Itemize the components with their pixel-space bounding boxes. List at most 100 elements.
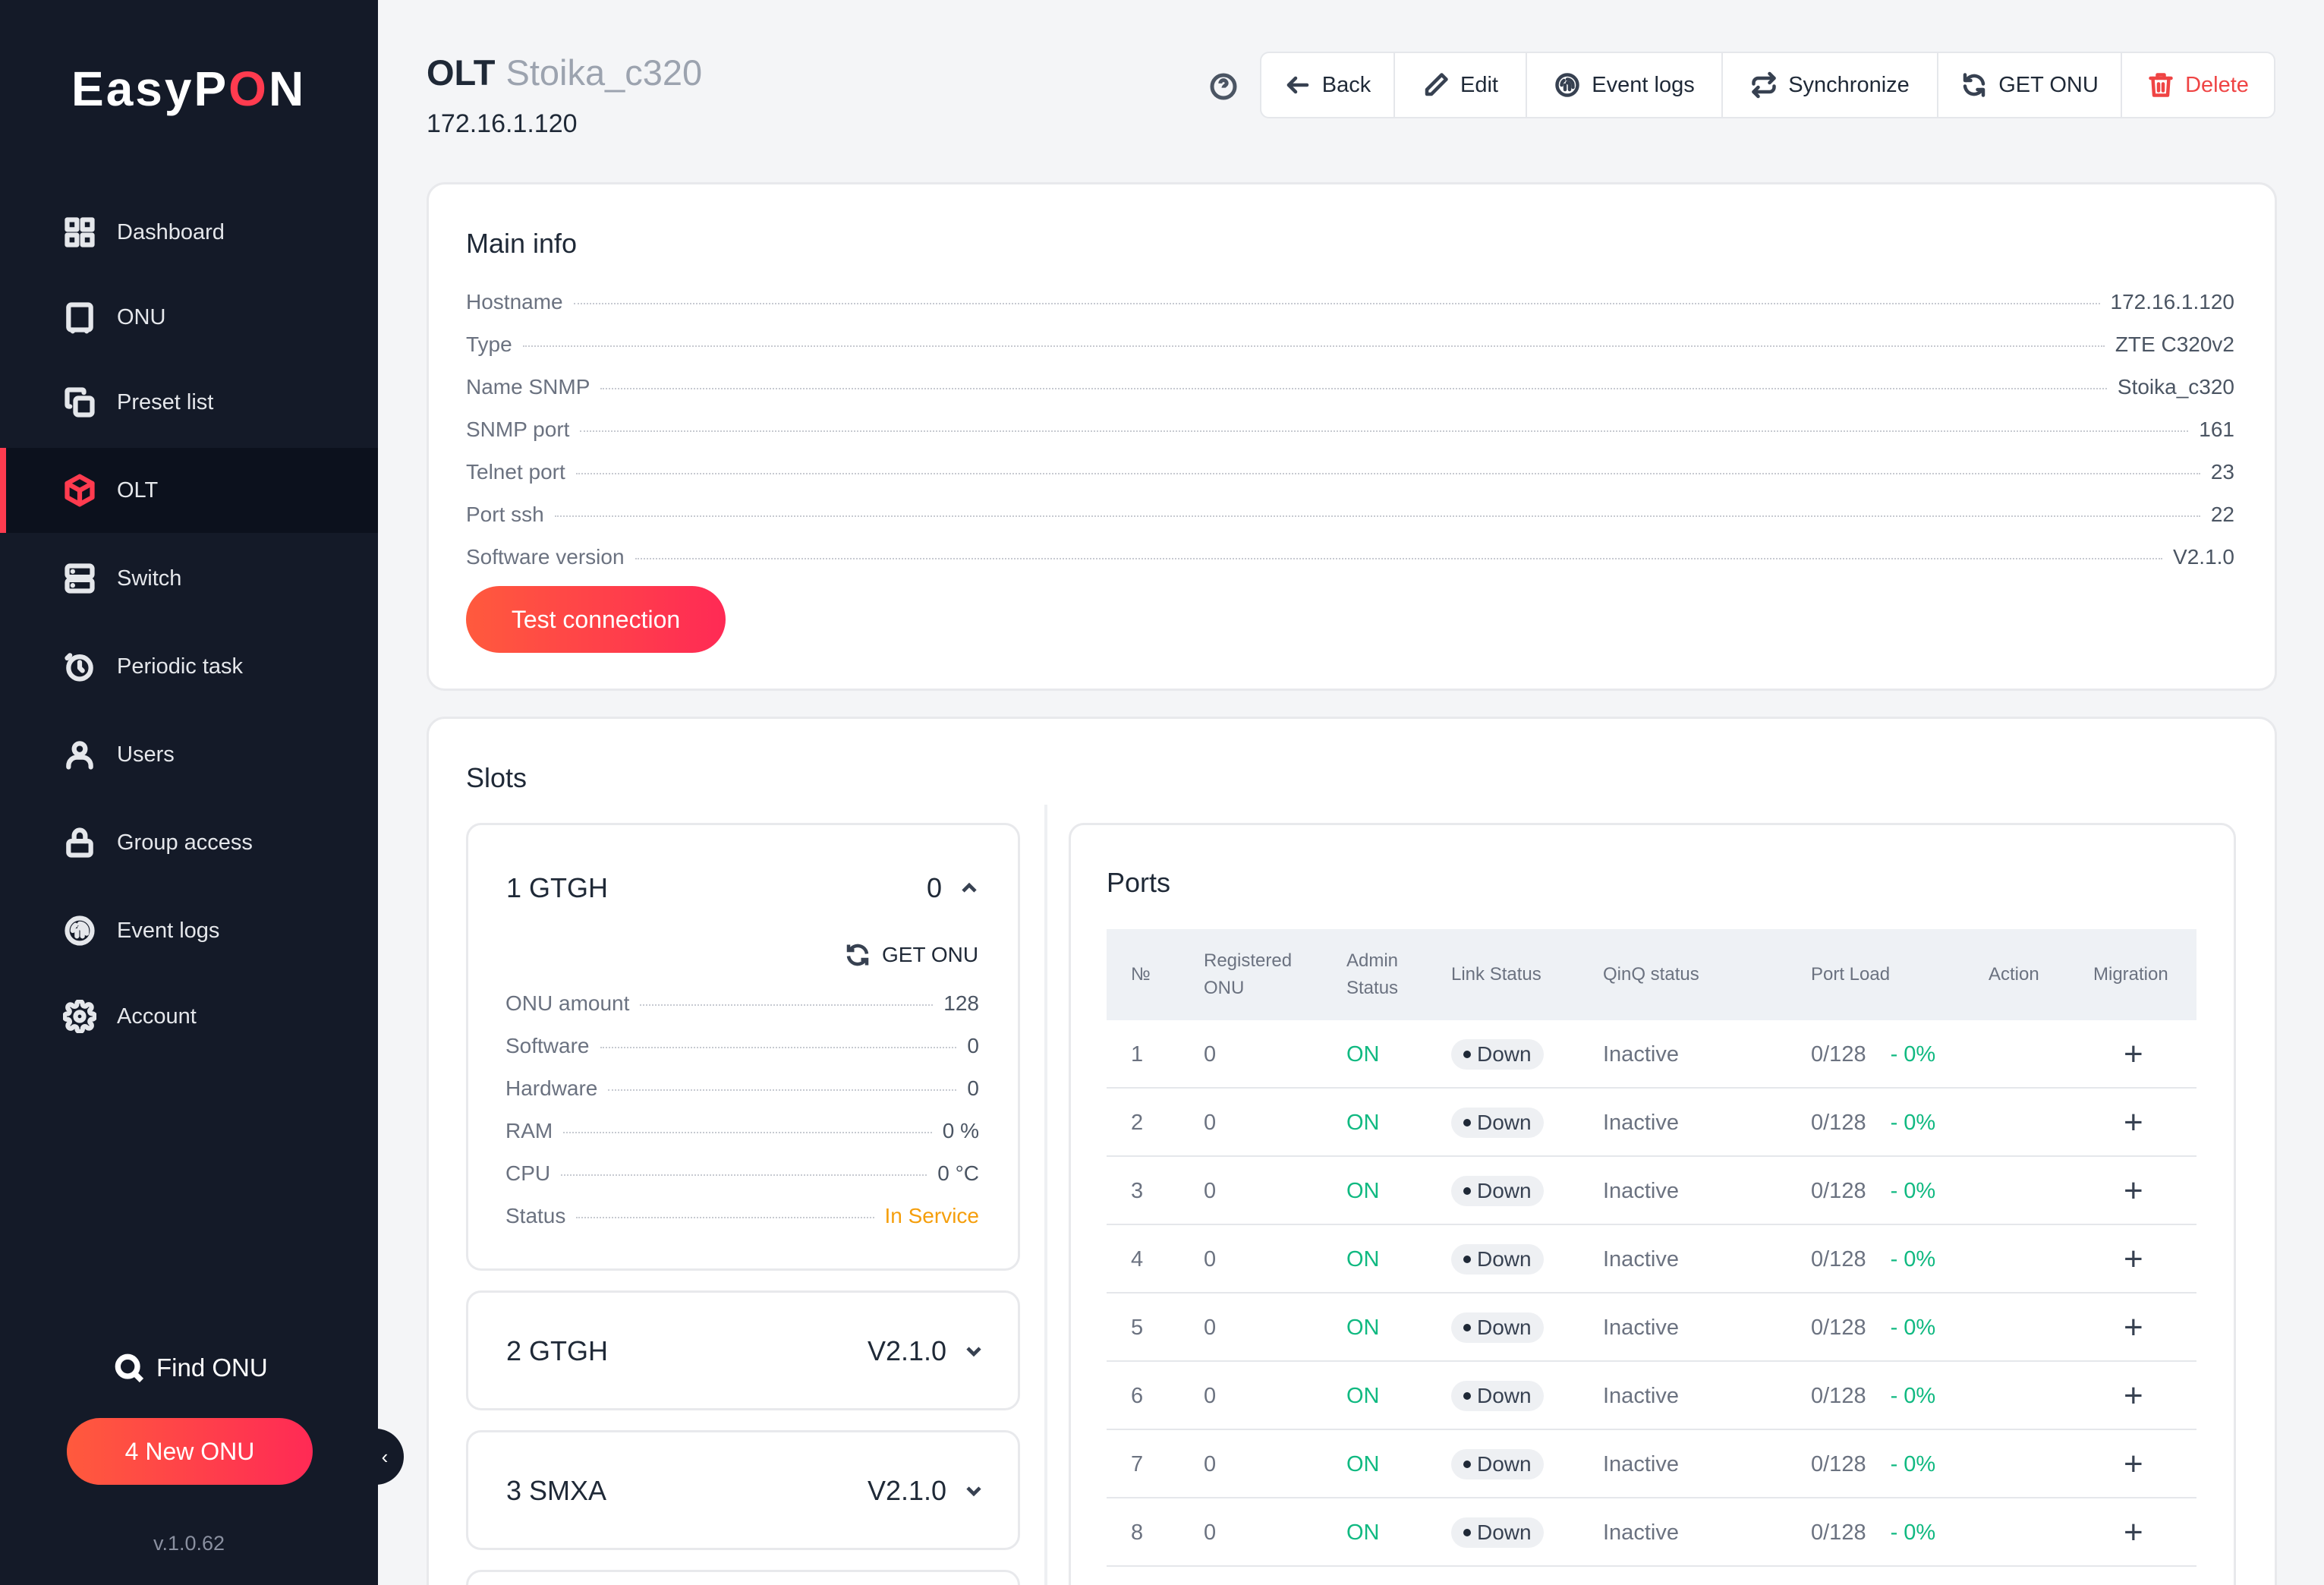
port-registered: 0 bbox=[1204, 1178, 1217, 1203]
page-title-main: OLT bbox=[427, 52, 496, 93]
port-admin-status[interactable]: ON bbox=[1346, 1430, 1380, 1498]
fingerprint-icon bbox=[62, 913, 97, 948]
toolbar: Back Edit Event logs Synchronize GET ONU… bbox=[1260, 52, 2275, 118]
migration-add-button[interactable]: + bbox=[2124, 1020, 2143, 1089]
plus-icon: + bbox=[2124, 1172, 2143, 1209]
port-load: 0/128- 0% bbox=[1811, 1315, 1936, 1340]
slot-toggle[interactable]: V2.1.0 bbox=[868, 1335, 986, 1367]
info-row-software-version: Software version V2.1.0 bbox=[466, 545, 2234, 569]
slots-divider bbox=[1044, 805, 1047, 1585]
slot-name: 1 GTGH bbox=[506, 872, 609, 903]
migration-add-button[interactable]: + bbox=[2124, 1157, 2143, 1225]
sidebar-item-users[interactable]: Users bbox=[0, 712, 378, 797]
sidebar-item-preset-list[interactable]: Preset list bbox=[0, 360, 378, 445]
port-load: 0/128- 0% bbox=[1811, 1178, 1936, 1203]
info-row-hostname: Hostname 172.16.1.120 bbox=[466, 290, 2234, 314]
port-load: 0/128- 0% bbox=[1811, 1246, 1936, 1271]
table-row: 4 0 ON Down Inactive 0/128- 0% + bbox=[1107, 1225, 2196, 1294]
port-link-status: Down bbox=[1451, 1498, 1544, 1567]
back-label: Back bbox=[1321, 72, 1371, 97]
back-button[interactable]: Back bbox=[1261, 53, 1395, 117]
sidebar-item-onu[interactable]: ONU bbox=[0, 275, 378, 360]
event-logs-label: Event logs bbox=[1592, 72, 1695, 97]
port-admin-status[interactable]: ON bbox=[1346, 1157, 1380, 1225]
port-number: 1 bbox=[1131, 1041, 1144, 1067]
port-admin-status[interactable]: ON bbox=[1346, 1225, 1380, 1294]
onu-icon bbox=[62, 300, 97, 335]
port-admin-status[interactable]: ON bbox=[1346, 1089, 1380, 1157]
collapse-sidebar-button[interactable]: ‹ bbox=[366, 1429, 404, 1485]
slot-version: V2.1.0 bbox=[868, 1335, 947, 1366]
port-registered: 0 bbox=[1204, 1315, 1217, 1340]
sidebar-item-periodic-task[interactable]: Periodic task bbox=[0, 624, 378, 709]
table-row: 3 0 ON Down Inactive 0/128- 0% + bbox=[1107, 1157, 2196, 1225]
event-logs-button[interactable]: Event logs bbox=[1527, 53, 1723, 117]
port-load: 0/128- 0% bbox=[1811, 1383, 1936, 1408]
arrow-left-icon bbox=[1286, 76, 1308, 94]
migration-add-button[interactable]: + bbox=[2124, 1225, 2143, 1294]
port-admin-status[interactable]: ON bbox=[1346, 1362, 1380, 1430]
refresh-icon bbox=[1963, 73, 1985, 97]
help-icon[interactable] bbox=[1208, 71, 1239, 102]
synchronize-button[interactable]: Synchronize bbox=[1723, 53, 1938, 117]
delete-button[interactable]: Delete bbox=[2122, 53, 2274, 117]
ports-table-header: № Registered ONU Admin Status Link Status … bbox=[1107, 929, 2196, 1020]
ports-title: Ports bbox=[1107, 867, 1171, 898]
sidebar-item-account[interactable]: Account bbox=[0, 974, 378, 1059]
new-onu-button[interactable]: 4 New ONU bbox=[67, 1418, 313, 1485]
port-load: 0/128- 0% bbox=[1811, 1451, 1936, 1476]
status-badge: Down bbox=[1451, 1039, 1544, 1070]
slot-get-onu-button[interactable]: GET ONU bbox=[844, 941, 978, 969]
migration-add-button[interactable]: + bbox=[2124, 1362, 2143, 1430]
port-load: 0/128- 0% bbox=[1811, 1520, 1936, 1545]
server-icon bbox=[62, 561, 97, 596]
slot-toggle[interactable]: 0 bbox=[927, 872, 981, 904]
timer-icon bbox=[62, 649, 97, 684]
dashboard-icon bbox=[62, 215, 97, 250]
slot-card-3[interactable]: 3 SMXA V2.1.0 bbox=[466, 1430, 1020, 1550]
page-title: OLT Stoika_c320 bbox=[427, 52, 702, 93]
migration-add-button[interactable]: + bbox=[2124, 1498, 2143, 1567]
col-action: Action bbox=[1989, 964, 2039, 985]
lock-icon bbox=[62, 825, 97, 860]
plus-icon: + bbox=[2124, 1377, 2143, 1414]
slot-get-onu-label: GET ONU bbox=[882, 943, 979, 966]
port-registered: 0 bbox=[1204, 1383, 1217, 1408]
slot-card-4[interactable] bbox=[466, 1570, 1020, 1585]
port-admin-status[interactable]: ON bbox=[1346, 1020, 1380, 1089]
slot-row-software: Software 0 bbox=[505, 1034, 979, 1057]
app-logo[interactable]: EasyPON bbox=[71, 61, 306, 117]
port-registered: 0 bbox=[1204, 1110, 1217, 1135]
slot-toggle[interactable]: V2.1.0 bbox=[868, 1475, 986, 1507]
edit-button[interactable]: Edit bbox=[1395, 53, 1527, 117]
port-link-status: Down bbox=[1451, 1157, 1544, 1225]
info-row-telnet-port: Telnet port 23 bbox=[466, 460, 2234, 484]
slot-version: V2.1.0 bbox=[868, 1475, 947, 1506]
sidebar-item-dashboard[interactable]: Dashboard bbox=[0, 190, 378, 275]
port-admin-status[interactable]: ON bbox=[1346, 1294, 1380, 1362]
plus-icon: + bbox=[2124, 1445, 2143, 1483]
sidebar-item-switch[interactable]: Switch bbox=[0, 536, 378, 621]
migration-add-button[interactable]: + bbox=[2124, 1430, 2143, 1498]
status-badge: Down bbox=[1451, 1108, 1544, 1138]
port-registered: 0 bbox=[1204, 1451, 1217, 1476]
port-admin-status[interactable]: ON bbox=[1346, 1498, 1380, 1567]
slots-title: Slots bbox=[466, 762, 527, 793]
table-row: 5 0 ON Down Inactive 0/128- 0% + bbox=[1107, 1294, 2196, 1362]
chevron-left-icon: ‹ bbox=[381, 1445, 389, 1468]
col-registered: Registered ONU bbox=[1204, 950, 1293, 998]
page-title-sub: Stoika_c320 bbox=[505, 52, 703, 93]
sidebar-item-group-access[interactable]: Group access bbox=[0, 800, 378, 885]
plus-icon: + bbox=[2124, 1035, 2143, 1073]
port-load: 0/128- 0% bbox=[1811, 1110, 1936, 1135]
port-number: 8 bbox=[1131, 1520, 1144, 1545]
migration-add-button[interactable]: + bbox=[2124, 1089, 2143, 1157]
get-onu-button[interactable]: GET ONU bbox=[1938, 53, 2122, 117]
sidebar-item-olt[interactable]: OLT bbox=[0, 448, 378, 533]
slot-card-2[interactable]: 2 GTGH V2.1.0 bbox=[466, 1290, 1020, 1410]
test-connection-button[interactable]: Test connection bbox=[466, 586, 726, 653]
sidebar-item-label: Account bbox=[117, 1004, 197, 1029]
sidebar-item-event-logs[interactable]: Event logs bbox=[0, 888, 378, 973]
migration-add-button[interactable]: + bbox=[2124, 1294, 2143, 1362]
find-onu-button[interactable]: Find ONU bbox=[112, 1351, 268, 1385]
